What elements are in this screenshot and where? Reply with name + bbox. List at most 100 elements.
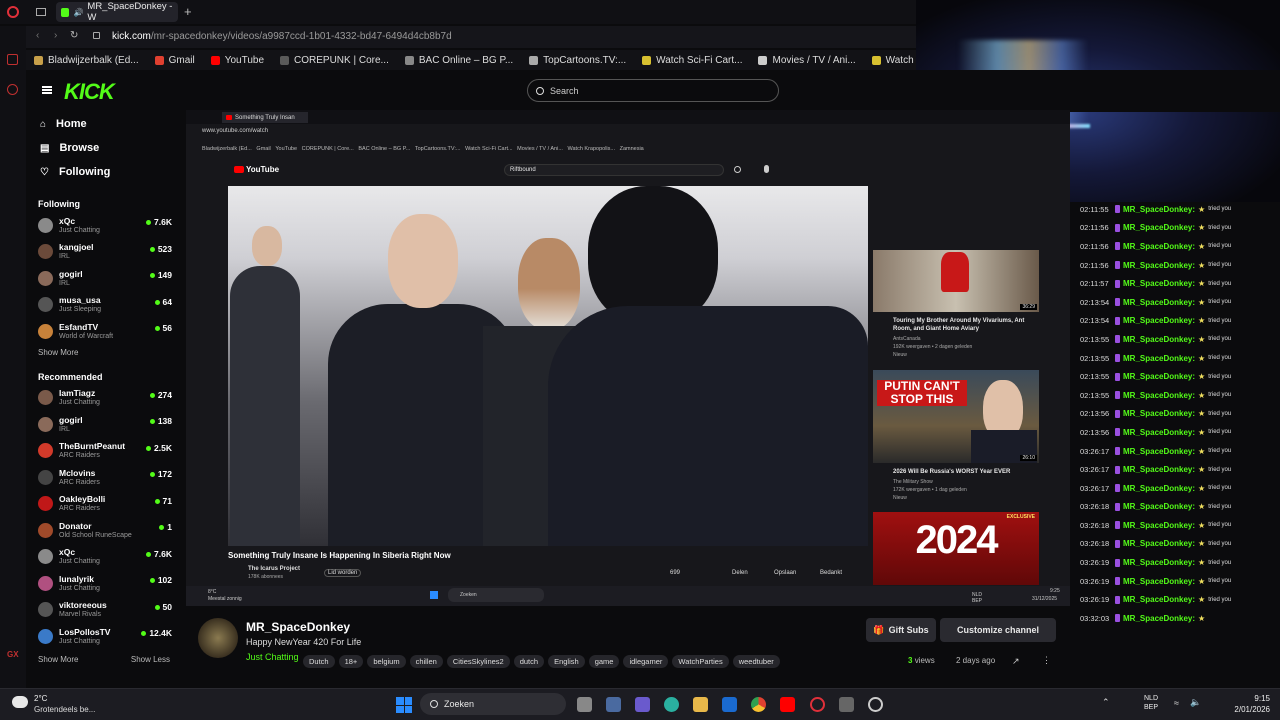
channel-row[interactable]: EsfandTV World of Warcraft 56 [26,318,182,345]
channel-row[interactable]: xQc Just Chatting 7.6K [26,212,182,239]
tag-chip[interactable]: game [588,655,620,668]
wifi-icon[interactable]: ≈ [1174,698,1179,708]
customize-channel-button[interactable]: Customize channel [940,618,1056,642]
channel-row[interactable]: OakleyBolli ARC Raiders 71 [26,491,182,518]
channel-row[interactable]: IamTiagz Just Chatting 274 [26,385,182,412]
chat-username[interactable]: MR_SpaceDonkey: [1123,391,1195,400]
search-input[interactable]: Search [527,79,779,102]
show-more-following[interactable]: Show More [26,345,182,361]
gx-icon[interactable]: GX [7,650,19,659]
back-icon[interactable]: ‹ [36,30,39,41]
clock-time[interactable]: 9:15 [1222,694,1270,703]
chat-username[interactable]: MR_SpaceDonkey: [1123,539,1195,548]
kick-logo[interactable]: KICK [64,79,115,105]
chat-username[interactable]: MR_SpaceDonkey: [1123,558,1195,567]
language-indicator[interactable]: NLD BEP [1144,694,1158,712]
chat-username[interactable]: MR_SpaceDonkey: [1123,335,1195,344]
hamburger-menu-icon[interactable] [42,86,52,94]
more-options-icon[interactable]: ⋮ [1042,655,1051,666]
tray-chevron-icon[interactable]: ⌃ [1102,697,1110,708]
show-more-recommended[interactable]: Show More Show Less [26,652,182,668]
tabs-icon[interactable] [36,8,46,16]
tag-chip[interactable]: 18+ [338,655,364,668]
bookmark-scifi[interactable]: Watch Sci-Fi Cart... [634,55,750,66]
channel-row[interactable]: Mclovins ARC Raiders 172 [26,464,182,491]
tag-chip[interactable]: dutch [513,655,545,668]
chat-username[interactable]: MR_SpaceDonkey: [1123,465,1195,474]
channel-row[interactable]: xQc Just Chatting 7.6K [26,544,182,571]
tag-chip[interactable]: weedtuber [732,655,780,668]
url-field[interactable]: kick.com/mr-spacedonkey/videos/a9987ccd-… [112,31,452,42]
chat-username[interactable]: MR_SpaceDonkey: [1123,577,1195,586]
new-tab-button[interactable]: + [184,4,192,19]
bookmark-folder[interactable]: Bladwijzerbalk (Ed... [26,55,147,66]
chat-username[interactable]: MR_SpaceDonkey: [1123,223,1195,232]
forward-icon[interactable]: › [54,30,57,41]
nav-browse[interactable]: ▤ Browse [26,136,182,160]
reload-icon[interactable]: ↻ [70,30,78,41]
youtube-video-frame[interactable] [228,186,868,546]
channel-row[interactable]: gogirl IRL 149 [26,265,182,292]
outlook-icon[interactable] [722,697,737,712]
explorer-icon[interactable] [693,697,708,712]
bookmark-gmail[interactable]: Gmail [147,55,203,66]
chat-username[interactable]: MR_SpaceDonkey: [1123,409,1195,418]
bookmark-bac[interactable]: BAC Online – BG P... [397,55,521,66]
tag-chip[interactable]: WatchParties [672,655,729,668]
chat-username[interactable]: MR_SpaceDonkey: [1123,502,1195,511]
task-view-icon[interactable] [577,697,592,712]
channel-name[interactable]: MR_SpaceDonkey [246,620,350,634]
weather-icon[interactable] [12,696,28,708]
channel-row[interactable]: TheBurntPeanut ARC Raiders 2.5K [26,438,182,465]
chat-username[interactable]: MR_SpaceDonkey: [1123,484,1195,493]
chat-username[interactable]: MR_SpaceDonkey: [1123,205,1195,214]
channel-avatar[interactable] [198,618,238,658]
edge-icon[interactable] [664,697,679,712]
taskbar-search[interactable]: Zoeken [420,693,566,715]
bookmark-krapopolis[interactable]: Watch Krapopolis... [864,55,916,66]
nav-following[interactable]: ♡ Following [26,160,182,184]
tag-chip[interactable]: English [548,655,585,668]
channel-row[interactable]: musa_usa Just Sleeping 64 [26,292,182,319]
tag-chip[interactable]: idlegamer [623,655,669,668]
chat-username[interactable]: MR_SpaceDonkey: [1123,614,1195,623]
chat-username[interactable]: MR_SpaceDonkey: [1123,242,1195,251]
channel-row[interactable]: lunalyrik Just Chatting 102 [26,570,182,597]
teams-icon[interactable] [635,697,650,712]
gift-subs-button[interactable]: 🎁 Gift Subs [866,618,936,642]
clock-date[interactable]: 2/01/2026 [1218,705,1270,714]
start-button[interactable] [396,697,412,713]
chat-username[interactable]: MR_SpaceDonkey: [1123,298,1195,307]
chat-username[interactable]: MR_SpaceDonkey: [1123,521,1195,530]
tag-chip[interactable]: Dutch [303,655,335,668]
steam-icon[interactable] [868,697,883,712]
volume-icon[interactable]: 🔈 [1190,697,1201,708]
chat-username[interactable]: MR_SpaceDonkey: [1123,447,1195,456]
chat-username[interactable]: MR_SpaceDonkey: [1123,261,1195,270]
chrome-icon[interactable] [751,697,766,712]
nav-home[interactable]: ⌂ Home [26,112,182,136]
chat-username[interactable]: MR_SpaceDonkey: [1123,316,1195,325]
store-icon[interactable] [606,697,621,712]
tag-chip[interactable]: CitiesSkylines2 [446,655,510,668]
bookmark-corepunk[interactable]: COREPUNK | Core... [272,55,397,66]
stream-category[interactable]: Just Chatting [246,652,299,662]
tag-chip[interactable]: chillen [409,655,443,668]
calculator-icon[interactable] [839,697,854,712]
channel-row[interactable]: Donator Old School RuneScape 1 [26,517,182,544]
chat-username[interactable]: MR_SpaceDonkey: [1123,428,1195,437]
browser-tab-active[interactable]: 🔊 MR_SpaceDonkey - W [56,1,178,23]
bookmark-topcartoons[interactable]: TopCartoons.TV:... [521,55,634,66]
opera-gx-icon[interactable] [810,697,825,712]
workspace-icon[interactable] [7,54,18,65]
bookmark-youtube[interactable]: YouTube [203,55,272,66]
share-icon[interactable]: ↗ [1012,656,1020,667]
channel-row[interactable]: viktoreeous Marvel Rivals 50 [26,597,182,624]
chat-username[interactable]: MR_SpaceDonkey: [1123,372,1195,381]
history-icon[interactable] [7,84,18,95]
bookmark-movies[interactable]: Movies / TV / Ani... [750,55,863,66]
channel-row[interactable]: gogirl IRL 138 [26,411,182,438]
chat-username[interactable]: MR_SpaceDonkey: [1123,595,1195,604]
channel-row[interactable]: kangjoel IRL 523 [26,239,182,266]
tag-chip[interactable]: belgium [367,655,406,668]
